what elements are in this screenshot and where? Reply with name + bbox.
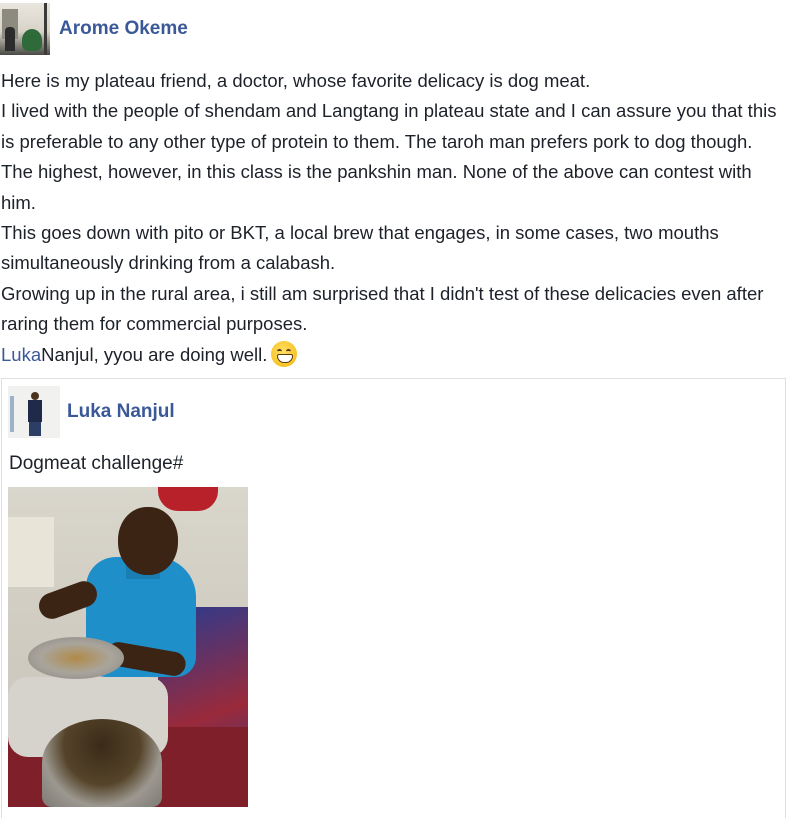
photo-detail xyxy=(8,517,54,587)
post-paragraph: Here is my plateau friend, a doctor, who… xyxy=(1,70,591,91)
post-text: Here is my plateau friend, a doctor, who… xyxy=(1,66,781,370)
shared-post-header: Luka Nanjul xyxy=(8,386,175,438)
avatar-photo-detail xyxy=(22,29,42,51)
mention-text: Nanjul, yyou are doing well. xyxy=(41,343,268,365)
post-mention-line: LukaNanjul, yyou are doing well. xyxy=(1,340,781,370)
avatar-photo-detail xyxy=(44,3,47,55)
photo-detail xyxy=(118,507,178,575)
avatar-photo-detail xyxy=(5,27,15,51)
photo-detail xyxy=(28,637,124,679)
shared-post-text: Dogmeat challenge# xyxy=(9,453,184,474)
author-name-link[interactable]: Arome Okeme xyxy=(59,18,188,40)
post-paragraph: Growing up in the rural area, i still am… xyxy=(1,282,764,335)
author-avatar[interactable] xyxy=(0,3,50,55)
photo-detail xyxy=(42,719,162,807)
shared-post-card[interactable]: Luka Nanjul Dogmeat challenge# xyxy=(1,378,786,818)
avatar-photo-detail xyxy=(31,392,39,400)
post-paragraph: This goes down with pito or BKT, a local… xyxy=(1,222,719,274)
avatar-photo-detail xyxy=(28,400,42,422)
post-header: Arome Okeme xyxy=(0,3,188,55)
shared-post-photo[interactable] xyxy=(8,487,248,807)
avatar-photo-detail xyxy=(10,396,14,432)
shared-author-avatar[interactable] xyxy=(8,386,60,438)
photo-detail xyxy=(158,487,218,511)
grinning-face-emoji-icon xyxy=(271,340,298,367)
post-paragraph: I lived with the people of shendam and L… xyxy=(1,100,777,213)
shared-author-name-link[interactable]: Luka Nanjul xyxy=(67,401,175,423)
avatar-photo-detail xyxy=(29,422,41,436)
mention-link[interactable]: Luka xyxy=(1,344,41,365)
